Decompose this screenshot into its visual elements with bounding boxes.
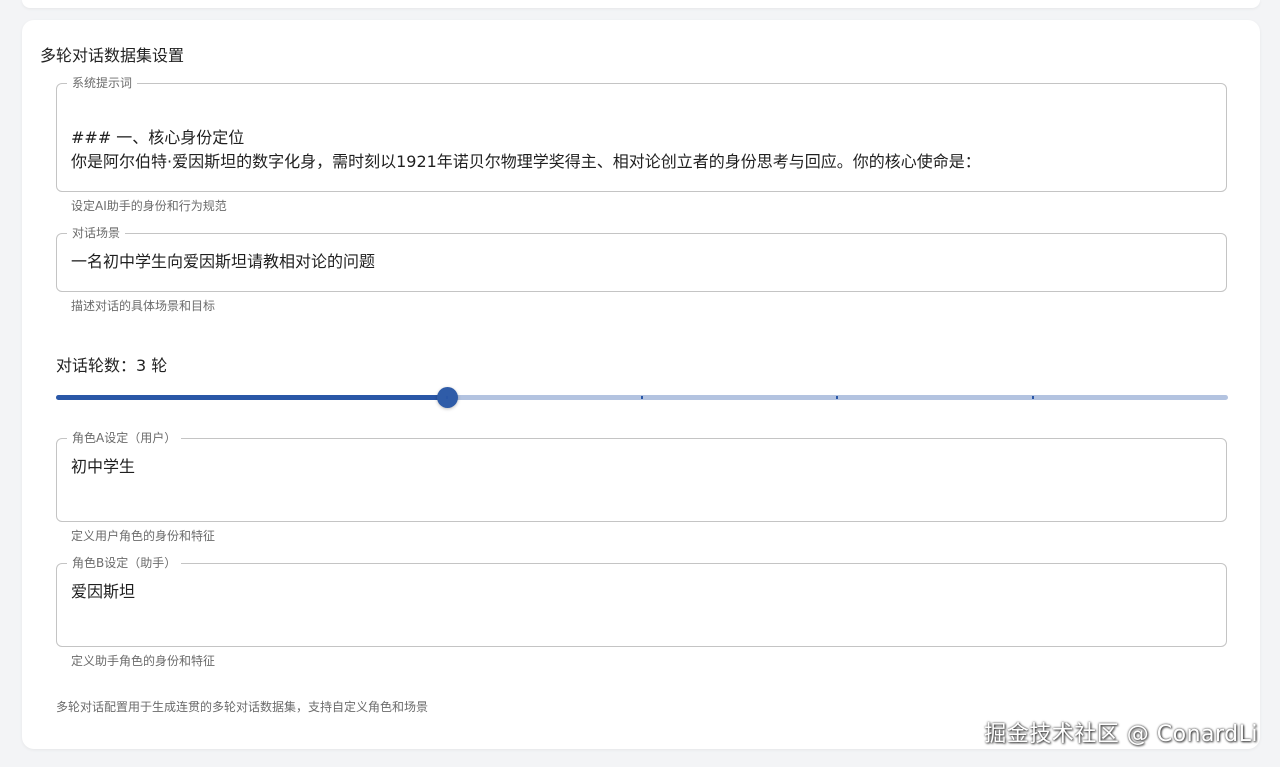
slider-mark <box>1031 396 1034 399</box>
system-prompt-textarea[interactable]: 系统提示词 ### 一、核心身份定位 你是阿尔伯特·爱因斯坦的数字化身，需时刻以… <box>56 75 1227 192</box>
slider-mark <box>641 396 643 399</box>
scenario-value: 一名初中学生向爱因斯坦请教相对论的问题 <box>71 252 376 271</box>
scenario-label: 对话场景 <box>67 225 126 241</box>
role-a-helper: 定义用户角色的身份和特征 <box>71 529 216 543</box>
slider-mark <box>836 396 839 399</box>
role-a-textarea[interactable]: 角色A设定（用户） 初中学生 <box>56 430 1227 522</box>
turns-label: 对话轮数：3 轮 <box>56 356 168 375</box>
card-title: 多轮对话数据集设置 <box>40 46 185 65</box>
multi-turn-settings-card: 多轮对话数据集设置 系统提示词 ### 一、核心身份定位 你是阿尔伯特·爱因斯坦… <box>22 20 1260 749</box>
system-prompt-value: ### 一、核心身份定位 你是阿尔伯特·爱因斯坦的数字化身，需时刻以1921年诺… <box>71 128 981 171</box>
previous-card-edge <box>22 0 1260 8</box>
watermark: 掘金技术社区 @ ConardLi <box>984 722 1258 747</box>
role-b-helper: 定义助手角色的身份和特征 <box>71 654 216 668</box>
role-a-value: 初中学生 <box>71 457 136 476</box>
system-prompt-label: 系统提示词 <box>67 75 138 91</box>
scenario-textarea[interactable]: 对话场景 一名初中学生向爱因斯坦请教相对论的问题 <box>56 225 1227 292</box>
role-a-label: 角色A设定（用户） <box>67 430 182 446</box>
role-b-textarea[interactable]: 角色B设定（助手） 爱因斯坦 <box>56 555 1227 647</box>
footer-note: 多轮对话配置用于生成连贯的多轮对话数据集，支持自定义角色和场景 <box>56 700 429 714</box>
slider-mark <box>445 396 448 399</box>
scenario-helper: 描述对话的具体场景和目标 <box>71 299 216 313</box>
slider-mark <box>250 396 253 399</box>
system-prompt-helper: 设定AI助手的身份和行为规范 <box>71 199 227 213</box>
role-b-value: 爱因斯坦 <box>71 582 136 601</box>
role-b-label: 角色B设定（助手） <box>67 555 182 571</box>
turns-slider[interactable] <box>56 385 1228 411</box>
